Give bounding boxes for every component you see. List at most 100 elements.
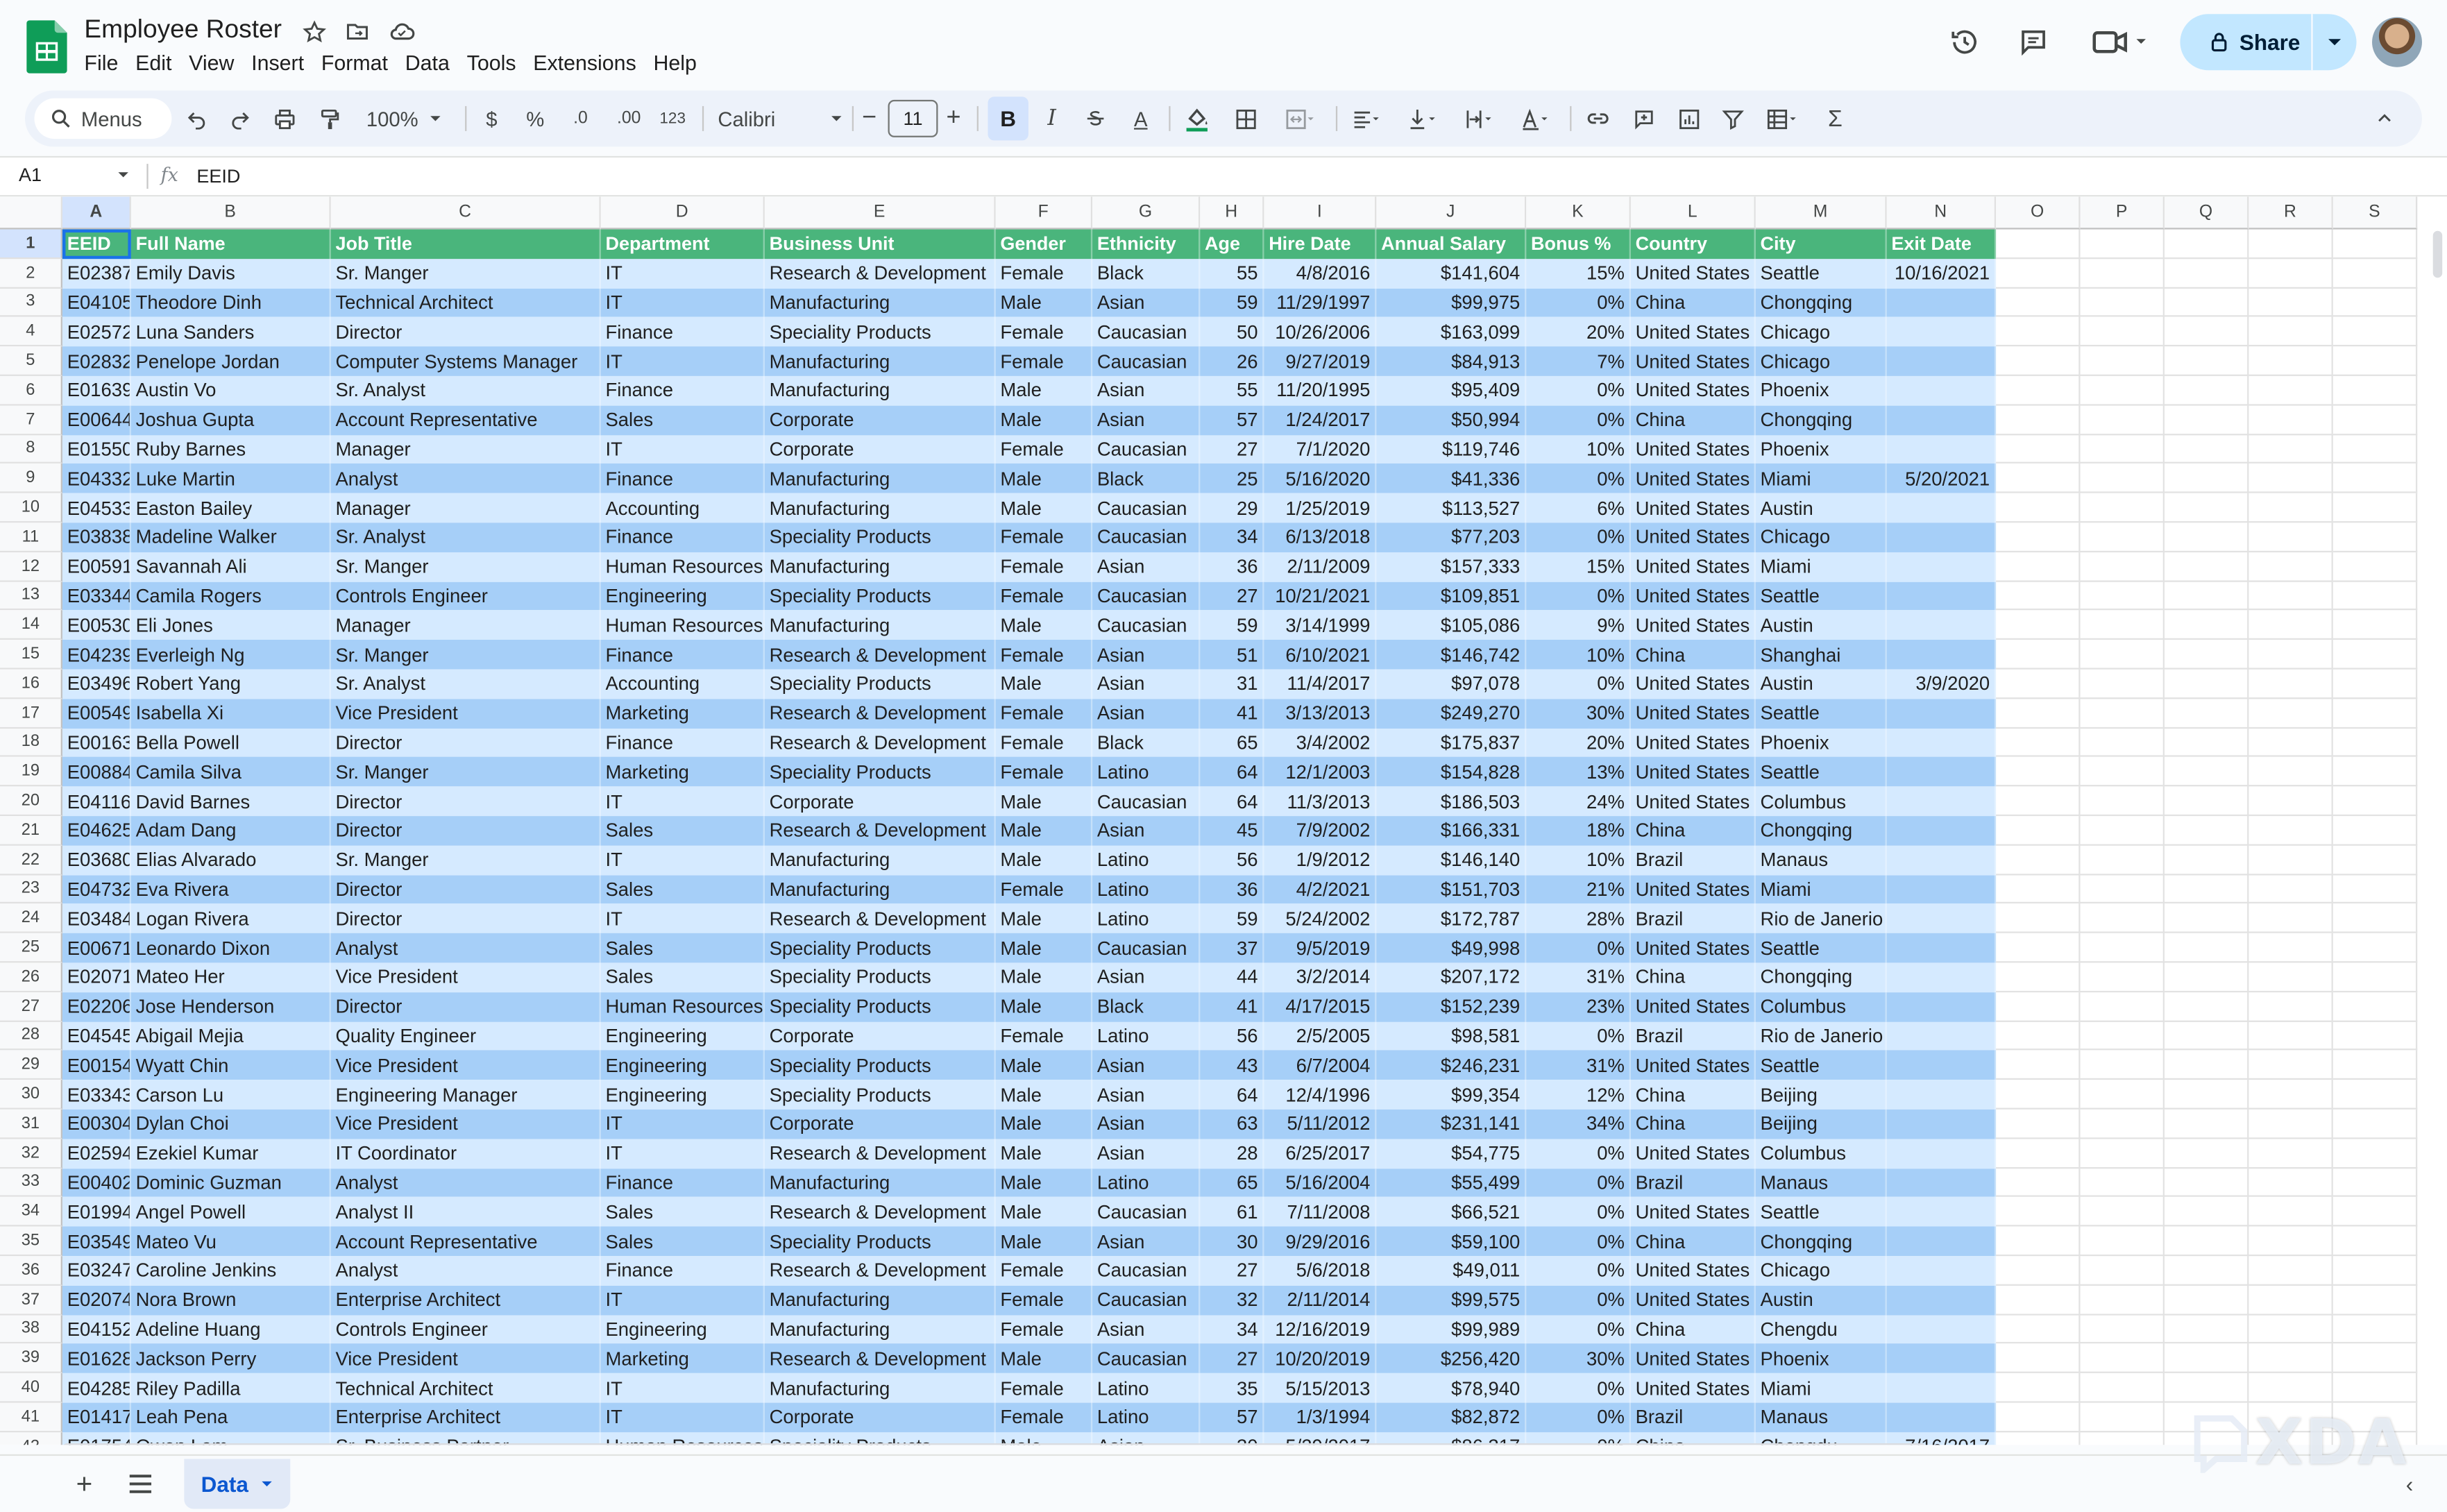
table-cell[interactable]: $119,746	[1376, 434, 1527, 464]
table-cell[interactable]: 28	[1200, 1139, 1264, 1169]
table-cell[interactable]: E03549	[62, 1226, 131, 1257]
empty-cell[interactable]	[2332, 962, 2418, 992]
table-cell[interactable]: 4/17/2015	[1264, 992, 1377, 1021]
table-cell[interactable]: Computer Systems Manager	[330, 346, 601, 376]
table-cell[interactable]	[1886, 1139, 1997, 1169]
empty-cell[interactable]	[2249, 464, 2333, 494]
empty-cell[interactable]	[2164, 903, 2249, 934]
table-cell[interactable]: Enterprise Architect	[330, 1402, 601, 1432]
table-cell[interactable]: IT	[600, 786, 765, 817]
empty-cell[interactable]	[2080, 903, 2165, 934]
row-header[interactable]: 33	[0, 1168, 62, 1198]
table-cell[interactable]: 35	[1200, 1373, 1264, 1403]
column-header-i[interactable]: I	[1264, 196, 1377, 230]
table-cell[interactable]: Robert Yang	[130, 669, 331, 699]
table-cell[interactable]: Speciality Products	[764, 1080, 996, 1110]
empty-cell[interactable]	[1996, 523, 2081, 552]
table-cell[interactable]: 1/9/2012	[1264, 845, 1377, 875]
empty-cell[interactable]	[2249, 1373, 2333, 1403]
table-cell[interactable]: IT Coordinator	[330, 1139, 601, 1169]
table-cell[interactable]: United States	[1630, 375, 1756, 406]
empty-cell[interactable]	[1996, 786, 2081, 817]
table-cell[interactable]: 12/4/1996	[1264, 1080, 1377, 1110]
empty-cell[interactable]	[2164, 1226, 2249, 1257]
table-cell[interactable]: Manufacturing	[764, 1314, 996, 1345]
table-cell[interactable]: Speciality Products	[764, 317, 996, 347]
empty-cell[interactable]	[2080, 1197, 2165, 1227]
borders-icon[interactable]	[1230, 90, 1261, 146]
table-cell[interactable]: United States	[1630, 992, 1756, 1021]
table-cell[interactable]: 0%	[1526, 1256, 1631, 1286]
table-cell[interactable]: 21%	[1526, 874, 1631, 904]
empty-cell[interactable]	[2164, 523, 2249, 552]
empty-cell[interactable]	[1996, 640, 2081, 670]
column-title-cell[interactable]: Department	[600, 229, 765, 259]
table-cell[interactable]: China	[1630, 1226, 1756, 1257]
table-cell[interactable]: E00644	[62, 405, 131, 435]
empty-cell[interactable]	[2332, 874, 2418, 904]
table-cell[interactable]: E04332	[62, 464, 131, 494]
table-cell[interactable]: Isabella Xi	[130, 698, 331, 729]
table-cell[interactable]: E02594	[62, 1139, 131, 1169]
empty-cell[interactable]	[2080, 1139, 2165, 1169]
empty-cell[interactable]	[1996, 669, 2081, 699]
table-cell[interactable]: Male	[995, 1109, 1093, 1139]
table-cell[interactable]: Corporate	[764, 434, 996, 464]
table-cell[interactable]: Male	[995, 1051, 1093, 1080]
bold-button[interactable]: B	[988, 96, 1028, 141]
table-cell[interactable]: Finance	[600, 375, 765, 406]
table-cell[interactable]: 27	[1200, 434, 1264, 464]
row-header[interactable]: 6	[0, 375, 62, 406]
table-cell[interactable]: Chongqing	[1755, 1226, 1887, 1257]
table-cell[interactable]: 10/26/2006	[1264, 317, 1377, 347]
table-cell[interactable]: Sales	[600, 405, 765, 435]
table-cell[interactable]: $99,354	[1376, 1080, 1527, 1110]
table-cell[interactable]: Miami	[1755, 552, 1887, 581]
table-cell[interactable]: Caucasian	[1092, 493, 1201, 523]
empty-cell[interactable]	[2164, 464, 2249, 494]
table-cell[interactable]: E00154	[62, 1051, 131, 1080]
table-cell[interactable]: 27	[1200, 1256, 1264, 1286]
empty-cell[interactable]	[2249, 375, 2333, 406]
table-cell[interactable]: Caucasian	[1092, 786, 1201, 817]
table-cell[interactable]: Accounting	[600, 493, 765, 523]
table-cell[interactable]: Finance	[600, 464, 765, 494]
column-header-j[interactable]: J	[1376, 196, 1527, 230]
table-cell[interactable]: Speciality Products	[764, 523, 996, 552]
empty-cell[interactable]	[2332, 992, 2418, 1021]
empty-cell[interactable]	[2164, 874, 2249, 904]
table-cell[interactable]: $175,837	[1376, 728, 1527, 758]
table-cell[interactable]: 0%	[1526, 1139, 1631, 1169]
table-cell[interactable]: United States	[1630, 493, 1756, 523]
empty-cell[interactable]	[2249, 1256, 2333, 1286]
empty-cell[interactable]	[2332, 375, 2418, 406]
table-cell[interactable]: $207,172	[1376, 962, 1527, 992]
empty-cell[interactable]	[2080, 1256, 2165, 1286]
empty-cell[interactable]	[2080, 669, 2165, 699]
table-cell[interactable]: Asian	[1092, 669, 1201, 699]
table-cell[interactable]: 0%	[1526, 1285, 1631, 1315]
table-cell[interactable]: 2/11/2009	[1264, 552, 1377, 581]
table-cell[interactable]: Sr. Analyst	[330, 375, 601, 406]
table-cell[interactable]: E04239	[62, 640, 131, 670]
table-cell[interactable]: 3/13/2013	[1264, 698, 1377, 729]
table-cell[interactable]: Luna Sanders	[130, 317, 331, 347]
table-cell[interactable]: E02074	[62, 1285, 131, 1315]
empty-cell[interactable]	[2249, 346, 2333, 376]
empty-cell[interactable]	[2249, 493, 2333, 523]
table-cell[interactable]: 0%	[1526, 523, 1631, 552]
empty-cell[interactable]	[2249, 962, 2333, 992]
table-cell[interactable]: China	[1630, 1080, 1756, 1110]
table-cell[interactable]: Corporate	[764, 1109, 996, 1139]
empty-cell[interactable]	[1996, 317, 2081, 347]
table-cell[interactable]: Male	[995, 288, 1093, 318]
table-cell[interactable]: Latino	[1092, 1373, 1201, 1403]
table-cell[interactable]	[1886, 698, 1997, 729]
table-cell[interactable]: Caucasian	[1092, 523, 1201, 552]
table-cell[interactable]: 5/11/2012	[1264, 1109, 1377, 1139]
table-cell[interactable]: Sr. Manger	[330, 258, 601, 289]
table-cell[interactable]	[1886, 1344, 1997, 1374]
table-cell[interactable]: Male	[995, 669, 1093, 699]
strikethrough-icon[interactable]	[1081, 90, 1109, 146]
table-cell[interactable]: Seattle	[1755, 1051, 1887, 1080]
